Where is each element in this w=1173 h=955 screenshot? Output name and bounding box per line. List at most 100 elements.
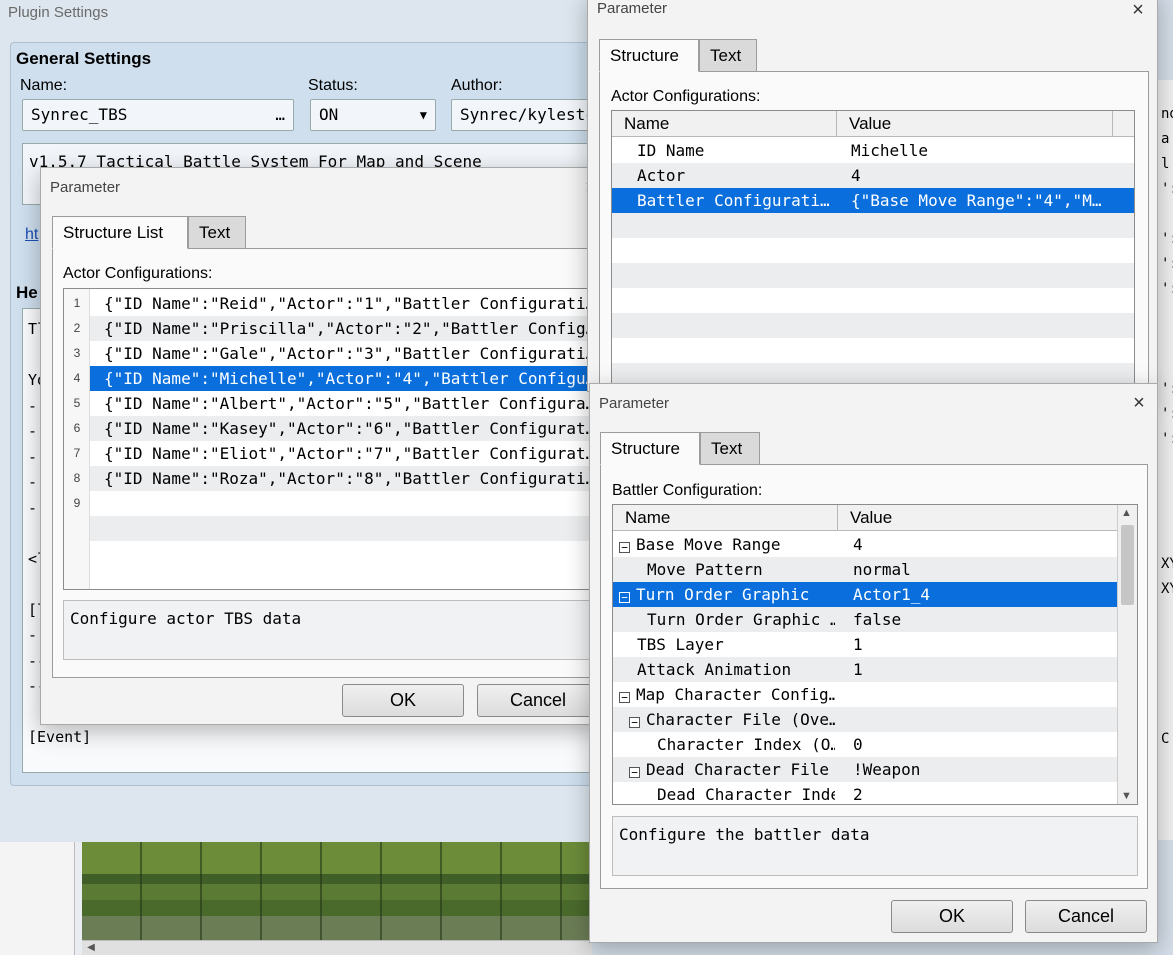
cancel-button[interactable]: Cancel	[477, 684, 599, 717]
window-title: Plugin Settings	[8, 4, 109, 21]
column-name[interactable]: Name	[612, 111, 837, 137]
line-number: 4	[73, 371, 81, 385]
list-item-text: {"ID Name":"Priscilla","Actor":"2","Batt…	[104, 319, 600, 338]
list-item[interactable]	[90, 491, 602, 516]
table-row[interactable]: Battler Configuration {"Base Move Range":…	[612, 188, 1134, 213]
table-row[interactable]	[612, 338, 1134, 363]
row-name: Attack Animation	[637, 660, 792, 679]
edge-text	[1161, 302, 1173, 327]
collapse-icon[interactable]: −	[619, 692, 630, 703]
parameter-dialog-list: Parameter × Text Structure List Actor Co…	[40, 167, 612, 725]
list-item[interactable]: {"ID Name":"Michelle","Actor":"4","Battl…	[90, 366, 602, 391]
table-row[interactable]	[612, 288, 1134, 313]
edge-lines: nd a l ': ': ': ': ': ': ': XY XY C	[1158, 80, 1173, 752]
collapse-icon[interactable]: −	[629, 767, 640, 778]
collapse-icon[interactable]: −	[619, 542, 630, 553]
structure-list[interactable]: {"ID Name":"Reid","Actor":"1","Battler C…	[63, 288, 603, 590]
line-number: 7	[73, 446, 81, 460]
list-item[interactable]: {"ID Name":"Roza","Actor":"8","Battler C…	[90, 466, 602, 491]
table-row[interactable]	[612, 263, 1134, 288]
edge-text	[1161, 352, 1173, 377]
tree-row[interactable]: Move Pattern normal	[613, 557, 1118, 582]
row-value: normal	[853, 560, 911, 579]
scroll-up-icon[interactable]: ▲	[1121, 507, 1132, 519]
tree-row[interactable]: TBS Layer 1	[613, 632, 1118, 657]
table-row[interactable]	[612, 238, 1134, 263]
tab-text[interactable]: Text	[700, 432, 760, 465]
tab-text[interactable]: Text	[699, 39, 757, 72]
author-label: Author:	[451, 77, 503, 94]
author-field[interactable]: Synrec/kylestcl	[451, 99, 596, 131]
list-item-text: {"ID Name":"Gale","Actor":"3","Battler C…	[104, 344, 600, 363]
ok-button[interactable]: OK	[342, 684, 464, 717]
column-name[interactable]: Name	[613, 505, 838, 531]
structure-table[interactable]: Name Value ID Name Michelle Actor 4 Battler …	[611, 110, 1135, 393]
table-row[interactable]	[612, 313, 1134, 338]
row-value: {"Base Move Range":"4","Mov…	[851, 191, 1111, 210]
edge-text: ':	[1161, 231, 1173, 247]
row-value: !Weapon	[853, 760, 921, 779]
vertical-scrollbar[interactable]: ▲ ▼	[1117, 505, 1137, 804]
hint-box: Configure actor TBS data	[63, 600, 603, 660]
tree-row[interactable]: Dead Character Index 2	[613, 782, 1118, 804]
close-icon[interactable]: ×	[1125, 393, 1153, 413]
map-horizontal-scrollbar[interactable]	[82, 940, 592, 955]
status-label: Status:	[308, 77, 358, 94]
row-value: Actor1_4	[853, 585, 931, 604]
row-name: Battler Configuration	[637, 191, 832, 210]
help-link[interactable]: ht	[25, 226, 38, 244]
list-item[interactable]: {"ID Name":"Priscilla","Actor":"2","Batt…	[90, 316, 602, 341]
list-item[interactable]	[90, 516, 602, 541]
tab-structure[interactable]: Structure	[600, 432, 700, 465]
close-icon[interactable]: ×	[1124, 0, 1152, 20]
edge-text	[1161, 702, 1173, 727]
tree-row[interactable]: Attack Animation 1	[613, 657, 1118, 682]
row-name: Base Move Range	[636, 535, 781, 554]
cancel-button[interactable]: Cancel	[1025, 900, 1147, 933]
list-item[interactable]: {"ID Name":"Eliot","Actor":"7","Battler …	[90, 441, 602, 466]
tree-row[interactable]: − Base Move Range 4	[613, 532, 1118, 557]
ok-button[interactable]: OK	[891, 900, 1013, 933]
edge-text: ':	[1161, 406, 1173, 422]
list-item[interactable]: {"ID Name":"Kasey","Actor":"6","Battler …	[90, 416, 602, 441]
hint-text: Configure the battler data	[619, 825, 870, 844]
table-row[interactable]: ID Name Michelle	[612, 138, 1134, 163]
tree-row[interactable]: − Dead Character File !Weapon	[613, 757, 1118, 782]
scroll-left-arrow-icon[interactable]: ◀	[84, 941, 98, 954]
tree-row[interactable]: − Character File (Ove…	[613, 707, 1118, 732]
line-number: 1	[73, 296, 81, 310]
list-item[interactable]: {"ID Name":"Gale","Actor":"3","Battler C…	[90, 341, 602, 366]
column-value[interactable]: Value	[838, 505, 1118, 531]
tree-row[interactable]: − Turn Order Graphic Actor1_4	[613, 582, 1118, 607]
list-item[interactable]	[90, 541, 602, 566]
edge-text: a l	[1161, 131, 1170, 172]
name-field[interactable]: Synrec_TBS …	[22, 99, 294, 131]
tab-structure-list[interactable]: Structure List	[52, 216, 188, 249]
table-row[interactable]	[612, 213, 1134, 238]
tree-row[interactable]: Character Index (O… 0	[613, 732, 1118, 757]
tree-row[interactable]: − Map Character Config…	[613, 682, 1118, 707]
row-name: Turn Order Graphic …	[647, 610, 835, 629]
list-item[interactable]: {"ID Name":"Albert","Actor":"5","Battler…	[90, 391, 602, 416]
status-select[interactable]: ON ▼	[310, 99, 436, 131]
column-value[interactable]: Value	[837, 111, 1113, 137]
list-item-text: {"ID Name":"Roza","Actor":"8","Battler C…	[104, 469, 600, 488]
list-item-text: {"ID Name":"Reid","Actor":"1","Battler C…	[104, 294, 600, 313]
collapse-icon[interactable]: −	[619, 592, 630, 603]
table-row[interactable]: Actor 4	[612, 163, 1134, 188]
edge-text	[1161, 652, 1173, 677]
row-name: TBS Layer	[637, 635, 724, 654]
line-number: 2	[73, 321, 81, 335]
structure-table[interactable]: Name Value − Base Move Range 4 Move Pattern…	[612, 504, 1138, 805]
row-value: false	[853, 610, 902, 629]
tab-structure[interactable]: Structure	[599, 39, 699, 72]
map-tiles-canvas[interactable]	[82, 840, 592, 940]
scroll-down-icon[interactable]: ▼	[1121, 790, 1132, 802]
collapse-icon[interactable]: −	[629, 717, 640, 728]
tab-text[interactable]: Text	[188, 216, 246, 249]
tree-row[interactable]: Turn Order Graphic … false	[613, 607, 1118, 632]
browse-icon[interactable]: …	[275, 100, 285, 130]
scrollbar-thumb[interactable]	[1121, 525, 1134, 605]
section-label: Actor Configurations:	[611, 88, 761, 105]
list-item[interactable]: {"ID Name":"Reid","Actor":"1","Battler C…	[90, 291, 602, 316]
